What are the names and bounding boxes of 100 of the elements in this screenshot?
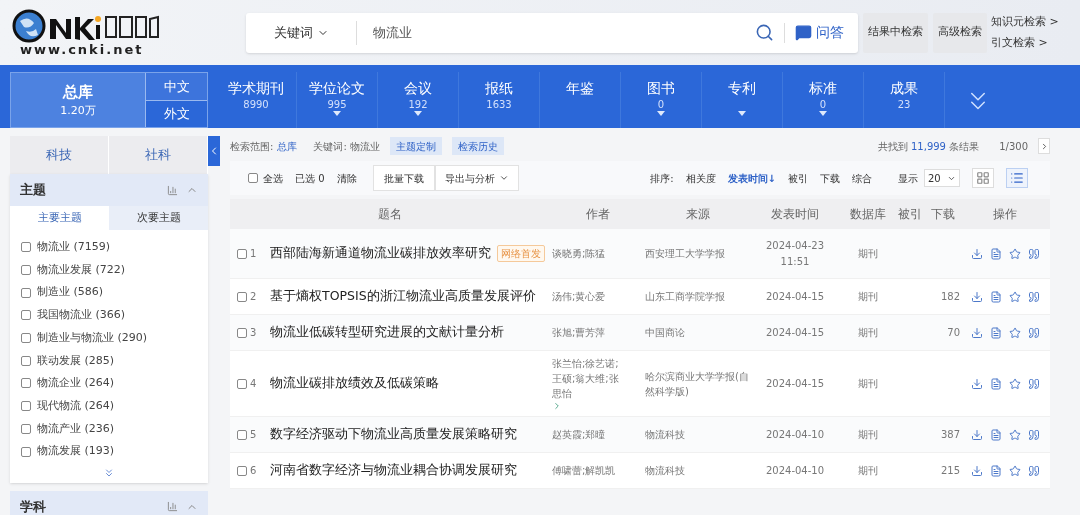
category-tab[interactable]: 图书 0	[621, 72, 702, 128]
topic-filter[interactable]: 制造业与物流业 (290)	[10, 326, 208, 350]
sort-option[interactable]: 被引	[788, 170, 808, 186]
favorite-icon[interactable]	[1008, 326, 1021, 339]
scope-value[interactable]: 总库	[277, 138, 298, 154]
author-list[interactable]: 傅啸蕾;解凯凯	[552, 463, 627, 478]
next-page-button[interactable]	[1038, 138, 1050, 154]
clear-button[interactable]: 清除	[336, 170, 357, 186]
favorite-icon[interactable]	[1008, 247, 1021, 260]
category-tab[interactable]: 专利	[702, 72, 783, 128]
author-list[interactable]: 赵英霞;郑曈	[552, 427, 627, 442]
checkbox[interactable]	[237, 327, 247, 338]
subtopic-tab[interactable]: 次要主题	[109, 206, 208, 230]
search-option-button[interactable]: 高级检索	[933, 12, 987, 53]
checkbox[interactable]	[21, 287, 31, 298]
page-size-select[interactable]: 20	[924, 169, 960, 187]
select-all-label[interactable]: 全选	[263, 170, 283, 186]
topic-filter[interactable]: 物流业 (7159)	[10, 236, 208, 259]
article-title[interactable]: 物流业低碳转型研究进展的文献计量分析	[270, 323, 504, 342]
sidebar-toggle[interactable]	[208, 136, 220, 166]
checkbox[interactable]	[21, 242, 31, 253]
category-tab[interactable]: 会议 192	[378, 72, 459, 128]
article-title[interactable]: 物流业碳排放绩效及低碳策略	[270, 374, 439, 393]
category-tab[interactable]: 报纸 1633	[459, 72, 540, 128]
favorite-icon[interactable]	[1008, 377, 1021, 390]
sort-option[interactable]: 下载	[820, 170, 840, 186]
source-cell[interactable]: 山东工商学院学报	[645, 289, 750, 304]
category-tab[interactable]: 标准 0	[783, 72, 864, 128]
search-option-button[interactable]: 结果中检索	[863, 12, 928, 53]
download-icon[interactable]	[970, 290, 983, 303]
quote-icon[interactable]	[1027, 247, 1040, 260]
checkbox[interactable]	[21, 355, 31, 366]
author-list[interactable]: 谈晓勇;陈猛	[552, 246, 627, 261]
field-dropdown[interactable]: 关键词	[246, 22, 356, 43]
topic-filter[interactable]: 物流企业 (264)	[10, 372, 208, 395]
expand-authors-icon[interactable]	[552, 401, 562, 411]
export-button[interactable]: 导出与分析	[434, 165, 519, 191]
author-list[interactable]: 张兰怡;徐艺诺;王硕;翁大维;张思怡	[552, 356, 627, 401]
download-icon[interactable]	[970, 326, 983, 339]
checkbox[interactable]	[237, 465, 247, 476]
favorite-icon[interactable]	[1008, 290, 1021, 303]
panel-header[interactable]: 学科	[10, 490, 208, 515]
chart-icon[interactable]	[167, 184, 178, 196]
article-title[interactable]: 基于熵权TOPSIS的浙江物流业高质量发展评价	[270, 287, 536, 306]
source-cell[interactable]: 物流科技	[645, 463, 750, 478]
document-icon[interactable]	[989, 464, 1002, 477]
document-icon[interactable]	[989, 290, 1002, 303]
category-tab[interactable]: 学位论文 995	[297, 72, 378, 128]
topic-filter[interactable]: 物流产业 (236)	[10, 417, 208, 441]
topic-filter[interactable]: 我国物流业 (366)	[10, 304, 208, 327]
checkbox[interactable]	[21, 401, 31, 412]
checkbox[interactable]	[237, 248, 247, 259]
more-icon[interactable]	[103, 466, 115, 479]
sidebar-tab[interactable]: 科技	[10, 136, 109, 174]
document-icon[interactable]	[989, 326, 1002, 339]
checkbox[interactable]	[21, 423, 31, 434]
list-view-button[interactable]	[1006, 168, 1028, 188]
topic-filter[interactable]: 物流发展 (193)	[10, 440, 208, 463]
download-icon[interactable]	[970, 428, 983, 441]
document-icon[interactable]	[989, 377, 1002, 390]
batch-download-button[interactable]: 批量下载	[372, 165, 435, 191]
search-bar[interactable]: 关键词 物流业 问答	[246, 12, 858, 53]
checkbox[interactable]	[248, 173, 258, 183]
category-tab[interactable]: 年鉴	[540, 72, 621, 128]
chart-icon[interactable]	[167, 501, 178, 513]
header-link[interactable]: 知识元检索 >	[991, 14, 1059, 31]
author-list[interactable]: 汤伟;黄心爱	[552, 289, 627, 304]
source-cell[interactable]: 哈尔滨商业大学学报(自然科学版)	[645, 368, 750, 399]
language-tab[interactable]: 中文	[145, 73, 207, 101]
quote-icon[interactable]	[1027, 464, 1040, 477]
qa-button[interactable]: 问答	[795, 22, 858, 43]
checkbox[interactable]	[21, 333, 31, 344]
topic-filter[interactable]: 联动发展 (285)	[10, 349, 208, 373]
topic-filter[interactable]: 制造业 (586)	[10, 281, 208, 305]
language-tab[interactable]: 外文	[145, 100, 207, 127]
header-link[interactable]: 引文检索 >	[991, 34, 1059, 51]
article-title[interactable]: 西部陆海新通道物流业碳排放效率研究	[270, 244, 491, 263]
sidebar-tab[interactable]: 社科	[109, 136, 208, 174]
download-icon[interactable]	[970, 247, 983, 260]
panel-header[interactable]: 主题	[10, 174, 208, 206]
quote-icon[interactable]	[1027, 377, 1040, 390]
source-cell[interactable]: 中国商论	[645, 325, 750, 340]
scope-button[interactable]: 检索历史	[451, 137, 504, 155]
download-icon[interactable]	[970, 377, 983, 390]
download-icon[interactable]	[970, 464, 983, 477]
checkbox[interactable]	[237, 378, 247, 389]
topic-filter[interactable]: 现代物流 (264)	[10, 394, 208, 418]
category-tab[interactable]: 学术期刊 8990	[216, 72, 297, 128]
sort-option[interactable]: 综合	[852, 170, 872, 186]
scope-button[interactable]: 主题定制	[389, 137, 442, 155]
source-cell[interactable]: 西安理工大学学报	[645, 246, 750, 261]
article-title[interactable]: 河南省数字经济与物流业耦合协调发展研究	[270, 461, 517, 480]
search-field[interactable]: 物流业	[373, 22, 755, 43]
checkbox[interactable]	[21, 446, 31, 457]
checkbox[interactable]	[237, 291, 247, 302]
source-cell[interactable]: 物流科技	[645, 427, 750, 442]
quote-icon[interactable]	[1027, 290, 1040, 303]
checkbox[interactable]	[237, 429, 247, 440]
quote-icon[interactable]	[1027, 326, 1040, 339]
quote-icon[interactable]	[1027, 428, 1040, 441]
